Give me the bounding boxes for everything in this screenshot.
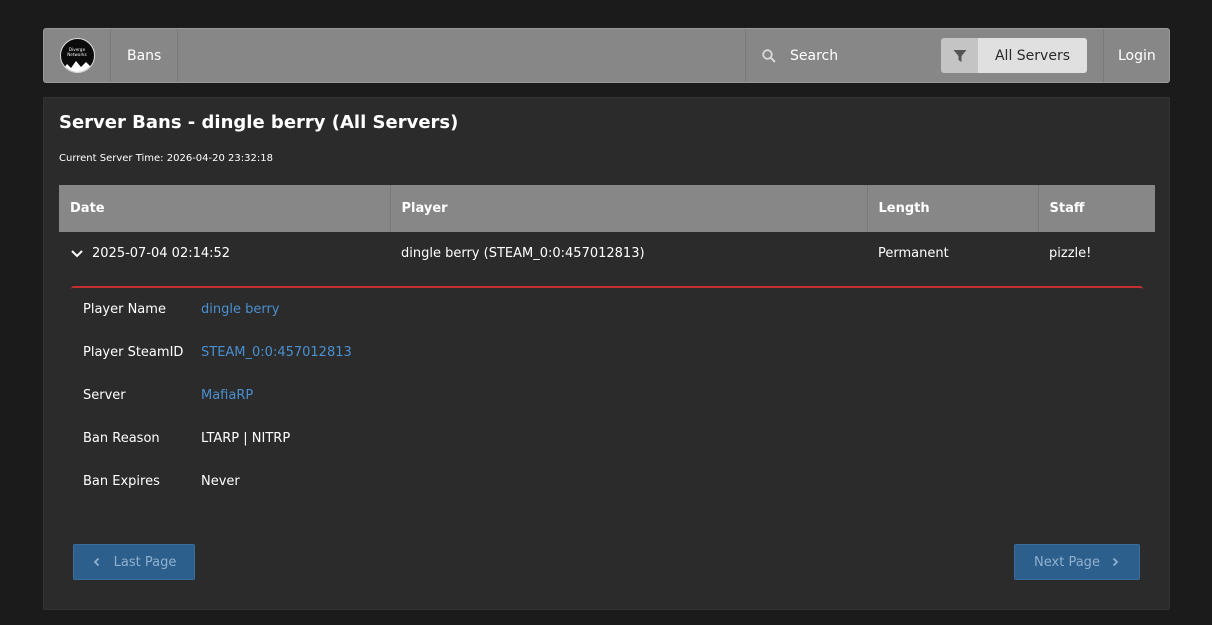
detail-label: Player Name (83, 302, 166, 317)
filter-icon-box[interactable] (941, 38, 978, 73)
steamid-link[interactable]: STEAM_0:0:457012813 (201, 345, 352, 360)
length-cell: Permanent (878, 246, 949, 261)
search-box[interactable]: Search (745, 29, 941, 82)
server-time: Current Server Time: 2026-04-20 23:32:18 (59, 153, 273, 164)
brand-logo: Diverge Networks (59, 38, 95, 73)
bans-panel: Server Bans - dingle berry (All Servers)… (43, 97, 1170, 610)
login-link[interactable]: Login (1103, 29, 1169, 82)
detail-label: Server (83, 388, 126, 403)
chevron-down-icon[interactable] (70, 249, 84, 259)
player-name-link[interactable]: dingle berry (201, 302, 280, 317)
column-header-staff: Staff (1038, 185, 1155, 232)
chevron-right-icon (1112, 557, 1119, 567)
table-header-row: Date Player Length Staff (59, 185, 1155, 232)
ban-details: Player Name dingle berry Player SteamID … (71, 286, 1143, 503)
server-link[interactable]: MafiaRP (201, 388, 253, 403)
server-time-label: Current Server Time: (59, 153, 164, 164)
column-header-player: Player (390, 185, 868, 232)
search-placeholder: Search (790, 47, 839, 64)
detail-ban-reason: Ban Reason LTARP | NITRP (71, 417, 1143, 460)
filter-icon (953, 49, 966, 62)
column-header-date: Date (59, 185, 391, 232)
search-icon (762, 48, 776, 63)
next-page-label: Next Page (1034, 554, 1100, 570)
page-title: Server Bans - dingle berry (All Servers) (59, 112, 459, 133)
ban-reason-value: LTARP | NITRP (201, 431, 291, 446)
server-filter-dropdown[interactable]: All Servers (941, 38, 1087, 73)
player-cell: dingle berry (STEAM_0:0:457012813) (401, 246, 645, 261)
server-filter-label[interactable]: All Servers (978, 38, 1087, 73)
last-page-label: Last Page (113, 554, 177, 570)
detail-label: Ban Expires (83, 474, 160, 489)
detail-player-steamid: Player SteamID STEAM_0:0:457012813 (71, 331, 1143, 374)
brand-logo-link[interactable]: Diverge Networks (44, 29, 111, 82)
chevron-left-icon (93, 557, 99, 567)
detail-server: Server MafiaRP (71, 374, 1143, 417)
detail-player-name: Player Name dingle berry (71, 288, 1143, 331)
top-navbar: Diverge Networks Bans Search All Servers… (43, 28, 1170, 83)
detail-label: Player SteamID (83, 345, 184, 360)
logo-text-line2: Networks (67, 52, 87, 57)
next-page-button[interactable]: Next Page (1014, 544, 1140, 580)
last-page-button[interactable]: Last Page (73, 544, 195, 580)
column-header-length: Length (867, 185, 1039, 232)
bans-table: Date Player Length Staff 2025-07-04 02:1… (59, 185, 1155, 275)
date-cell: 2025-07-04 02:14:52 (59, 232, 390, 275)
table-row[interactable]: 2025-07-04 02:14:52 dingle berry (STEAM_… (59, 232, 1155, 275)
detail-label: Ban Reason (83, 431, 160, 446)
ban-expires-value: Never (201, 474, 240, 489)
detail-ban-expires: Ban Expires Never (71, 460, 1143, 503)
nav-bans-link[interactable]: Bans (111, 29, 179, 82)
staff-cell: pizzle! (1049, 246, 1092, 261)
server-time-value: 2026-04-20 23:32:18 (166, 153, 273, 164)
ban-date: 2025-07-04 02:14:52 (92, 246, 231, 261)
mountains-icon (60, 61, 94, 72)
